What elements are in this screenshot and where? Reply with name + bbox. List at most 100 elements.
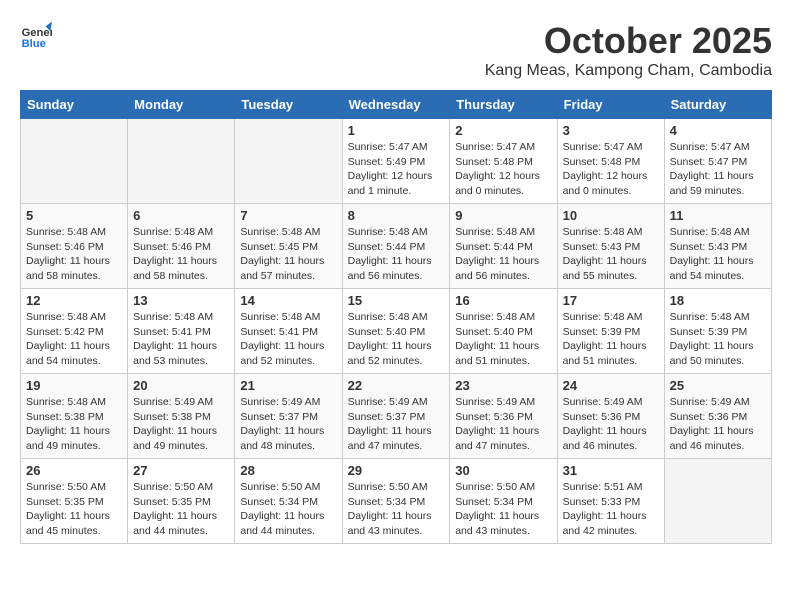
logo: General Blue: [20, 20, 52, 52]
calendar-cell: 30 Sunrise: 5:50 AM Sunset: 5:34 PM Dayli…: [450, 459, 557, 544]
day-info: Sunrise: 5:47 AM Sunset: 5:48 PM Dayligh…: [563, 140, 659, 199]
day-number: 20: [133, 378, 229, 393]
day-info: Sunrise: 5:50 AM Sunset: 5:34 PM Dayligh…: [455, 480, 551, 539]
month-title: October 2025: [485, 20, 772, 62]
calendar-cell: 12 Sunrise: 5:48 AM Sunset: 5:42 PM Dayli…: [21, 289, 128, 374]
day-info: Sunrise: 5:48 AM Sunset: 5:46 PM Dayligh…: [26, 225, 122, 284]
day-info: Sunrise: 5:50 AM Sunset: 5:35 PM Dayligh…: [26, 480, 122, 539]
calendar-cell: 4Sunrise: 5:47 AM Sunset: 5:47 PM Daylig…: [664, 119, 771, 204]
title-section: October 2025 Kang Meas, Kampong Cham, Ca…: [485, 20, 772, 80]
day-info: Sunrise: 5:48 AM Sunset: 5:41 PM Dayligh…: [133, 310, 229, 369]
day-number: 18: [670, 293, 766, 308]
day-number: 30: [455, 463, 551, 478]
day-number: 3: [563, 123, 659, 138]
day-number: 4: [670, 123, 766, 138]
calendar-week-3: 12 Sunrise: 5:48 AM Sunset: 5:42 PM Dayli…: [21, 289, 772, 374]
calendar-cell: 17 Sunrise: 5:48 AM Sunset: 5:39 PM Dayli…: [557, 289, 664, 374]
day-info: Sunrise: 5:49 AM Sunset: 5:37 PM Dayligh…: [240, 395, 336, 454]
day-number: 26: [26, 463, 122, 478]
calendar-cell: 7Sunrise: 5:48 AM Sunset: 5:45 PM Daylig…: [235, 204, 342, 289]
day-number: 11: [670, 208, 766, 223]
calendar-cell: 23Sunrise: 5:49 AM Sunset: 5:36 PM Dayli…: [450, 374, 557, 459]
day-number: 28: [240, 463, 336, 478]
day-number: 16: [455, 293, 551, 308]
day-info: Sunrise: 5:49 AM Sunset: 5:36 PM Dayligh…: [670, 395, 766, 454]
calendar-week-2: 5Sunrise: 5:48 AM Sunset: 5:46 PM Daylig…: [21, 204, 772, 289]
day-info: Sunrise: 5:48 AM Sunset: 5:43 PM Dayligh…: [670, 225, 766, 284]
calendar-cell: 25 Sunrise: 5:49 AM Sunset: 5:36 PM Dayli…: [664, 374, 771, 459]
calendar-cell: 22Sunrise: 5:49 AM Sunset: 5:37 PM Dayli…: [342, 374, 450, 459]
day-info: Sunrise: 5:48 AM Sunset: 5:44 PM Dayligh…: [348, 225, 445, 284]
day-info: Sunrise: 5:48 AM Sunset: 5:38 PM Dayligh…: [26, 395, 122, 454]
day-number: 21: [240, 378, 336, 393]
day-info: Sunrise: 5:50 AM Sunset: 5:35 PM Dayligh…: [133, 480, 229, 539]
calendar-header-row: SundayMondayTuesdayWednesdayThursdayFrid…: [21, 91, 772, 119]
day-info: Sunrise: 5:50 AM Sunset: 5:34 PM Dayligh…: [348, 480, 445, 539]
day-number: 6: [133, 208, 229, 223]
calendar-cell: 24Sunrise: 5:49 AM Sunset: 5:36 PM Dayli…: [557, 374, 664, 459]
day-info: Sunrise: 5:48 AM Sunset: 5:40 PM Dayligh…: [348, 310, 445, 369]
calendar-cell: 14Sunrise: 5:48 AM Sunset: 5:41 PM Dayli…: [235, 289, 342, 374]
day-number: 9: [455, 208, 551, 223]
day-number: 17: [563, 293, 659, 308]
day-info: Sunrise: 5:48 AM Sunset: 5:45 PM Dayligh…: [240, 225, 336, 284]
day-info: Sunrise: 5:48 AM Sunset: 5:46 PM Dayligh…: [133, 225, 229, 284]
column-header-monday: Monday: [128, 91, 235, 119]
calendar-table: SundayMondayTuesdayWednesdayThursdayFrid…: [20, 90, 772, 544]
logo-icon: General Blue: [20, 20, 52, 52]
calendar-cell: 5Sunrise: 5:48 AM Sunset: 5:46 PM Daylig…: [21, 204, 128, 289]
day-info: Sunrise: 5:50 AM Sunset: 5:34 PM Dayligh…: [240, 480, 336, 539]
day-info: Sunrise: 5:48 AM Sunset: 5:43 PM Dayligh…: [563, 225, 659, 284]
day-info: Sunrise: 5:48 AM Sunset: 5:42 PM Dayligh…: [26, 310, 122, 369]
column-header-saturday: Saturday: [664, 91, 771, 119]
svg-text:Blue: Blue: [22, 38, 46, 50]
calendar-week-4: 19 Sunrise: 5:48 AM Sunset: 5:38 PM Dayli…: [21, 374, 772, 459]
day-number: 29: [348, 463, 445, 478]
calendar-cell: [21, 119, 128, 204]
day-info: Sunrise: 5:48 AM Sunset: 5:41 PM Dayligh…: [240, 310, 336, 369]
day-info: Sunrise: 5:49 AM Sunset: 5:38 PM Dayligh…: [133, 395, 229, 454]
calendar-cell: 21 Sunrise: 5:49 AM Sunset: 5:37 PM Dayli…: [235, 374, 342, 459]
location-subtitle: Kang Meas, Kampong Cham, Cambodia: [485, 62, 772, 80]
calendar-cell: 6 Sunrise: 5:48 AM Sunset: 5:46 PM Daylig…: [128, 204, 235, 289]
calendar-cell: 13 Sunrise: 5:48 AM Sunset: 5:41 PM Dayli…: [128, 289, 235, 374]
day-info: Sunrise: 5:49 AM Sunset: 5:36 PM Dayligh…: [563, 395, 659, 454]
day-number: 8: [348, 208, 445, 223]
calendar-cell: 2Sunrise: 5:47 AM Sunset: 5:48 PM Daylig…: [450, 119, 557, 204]
calendar-cell: 15Sunrise: 5:48 AM Sunset: 5:40 PM Dayli…: [342, 289, 450, 374]
column-header-tuesday: Tuesday: [235, 91, 342, 119]
svg-text:General: General: [22, 27, 52, 39]
calendar-cell: [664, 459, 771, 544]
day-number: 2: [455, 123, 551, 138]
day-info: Sunrise: 5:51 AM Sunset: 5:33 PM Dayligh…: [563, 480, 659, 539]
calendar-cell: 10 Sunrise: 5:48 AM Sunset: 5:43 PM Dayli…: [557, 204, 664, 289]
calendar-cell: 20 Sunrise: 5:49 AM Sunset: 5:38 PM Dayli…: [128, 374, 235, 459]
calendar-cell: 8 Sunrise: 5:48 AM Sunset: 5:44 PM Daylig…: [342, 204, 450, 289]
calendar-cell: 3 Sunrise: 5:47 AM Sunset: 5:48 PM Daylig…: [557, 119, 664, 204]
day-info: Sunrise: 5:48 AM Sunset: 5:44 PM Dayligh…: [455, 225, 551, 284]
calendar-cell: [128, 119, 235, 204]
calendar-cell: 31Sunrise: 5:51 AM Sunset: 5:33 PM Dayli…: [557, 459, 664, 544]
calendar-cell: 29 Sunrise: 5:50 AM Sunset: 5:34 PM Dayli…: [342, 459, 450, 544]
day-number: 25: [670, 378, 766, 393]
page-header: General Blue October 2025 Kang Meas, Kam…: [20, 20, 772, 80]
day-number: 22: [348, 378, 445, 393]
day-info: Sunrise: 5:48 AM Sunset: 5:39 PM Dayligh…: [563, 310, 659, 369]
day-number: 19: [26, 378, 122, 393]
calendar-cell: 11 Sunrise: 5:48 AM Sunset: 5:43 PM Dayli…: [664, 204, 771, 289]
calendar-cell: 28 Sunrise: 5:50 AM Sunset: 5:34 PM Dayli…: [235, 459, 342, 544]
day-number: 10: [563, 208, 659, 223]
calendar-cell: 18 Sunrise: 5:48 AM Sunset: 5:39 PM Dayli…: [664, 289, 771, 374]
column-header-friday: Friday: [557, 91, 664, 119]
calendar-cell: 27 Sunrise: 5:50 AM Sunset: 5:35 PM Dayli…: [128, 459, 235, 544]
calendar-cell: 26 Sunrise: 5:50 AM Sunset: 5:35 PM Dayli…: [21, 459, 128, 544]
calendar-cell: 9 Sunrise: 5:48 AM Sunset: 5:44 PM Daylig…: [450, 204, 557, 289]
day-number: 13: [133, 293, 229, 308]
day-info: Sunrise: 5:47 AM Sunset: 5:49 PM Dayligh…: [348, 140, 445, 199]
calendar-cell: 16Sunrise: 5:48 AM Sunset: 5:40 PM Dayli…: [450, 289, 557, 374]
day-info: Sunrise: 5:48 AM Sunset: 5:39 PM Dayligh…: [670, 310, 766, 369]
day-number: 12: [26, 293, 122, 308]
column-header-wednesday: Wednesday: [342, 91, 450, 119]
day-number: 27: [133, 463, 229, 478]
calendar-cell: 19 Sunrise: 5:48 AM Sunset: 5:38 PM Dayli…: [21, 374, 128, 459]
